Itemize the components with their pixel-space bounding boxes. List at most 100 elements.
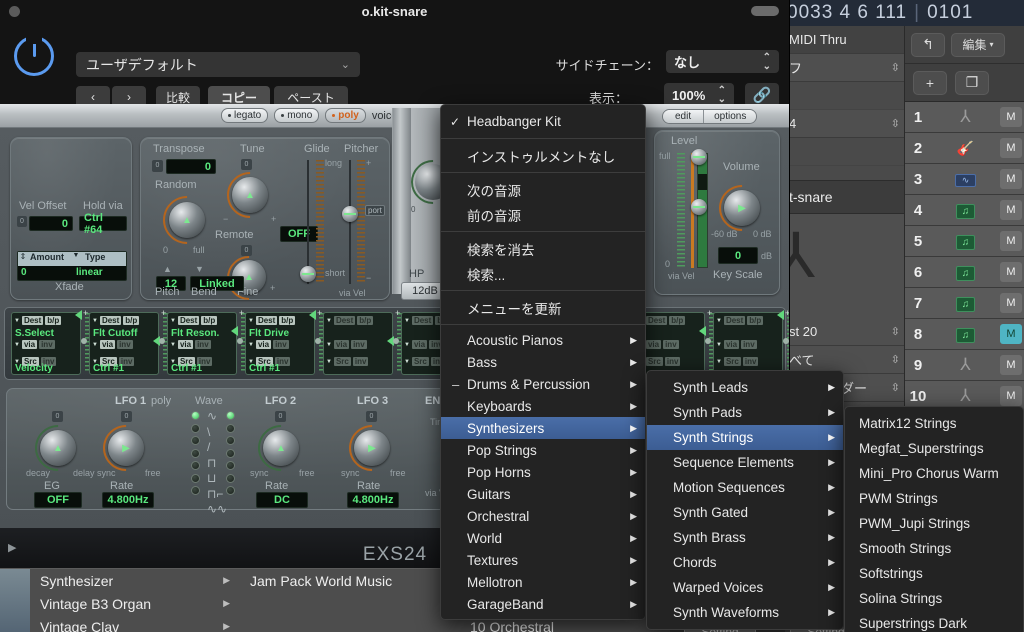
sidechain-selector[interactable]: なし ⌃ ⌄ xyxy=(666,50,779,73)
lfo1-eg-value[interactable]: OFF xyxy=(34,492,82,508)
poly-button[interactable]: poly xyxy=(325,108,366,123)
mod-inv-button[interactable]: inv xyxy=(741,340,757,349)
table-row[interactable]: 8 ♫ M xyxy=(905,319,1024,350)
stepper-icon[interactable]: ⇳ xyxy=(891,325,900,338)
mod-inv-button[interactable]: inv xyxy=(351,340,367,349)
mod-matrix-slot[interactable]: ▼ Dest b/p S.Select ▼ via inv ▼ Src inv Velocity xyxy=(11,312,81,375)
chevron-down-icon[interactable]: ▼ xyxy=(716,359,722,365)
inspector-track-name[interactable]: t-snare xyxy=(785,180,904,214)
mute-button[interactable]: M xyxy=(1000,138,1022,158)
mod-bp-button[interactable]: b/p xyxy=(669,316,686,325)
mod-bp-button[interactable]: b/p xyxy=(201,316,218,325)
transpose-mod-icon[interactable]: 0 xyxy=(152,160,163,172)
fine-mod-icon[interactable]: 0 xyxy=(241,245,252,256)
mod-matrix-slot[interactable]: ▼ Dest b/p Flt Drive ▼ via inv ▼ Src inv Ctrl #1 xyxy=(245,312,315,375)
chevron-down-icon[interactable]: ▼ xyxy=(716,342,722,348)
table-row[interactable]: 4 ♫ M xyxy=(905,195,1024,226)
mute-button[interactable]: M xyxy=(1000,262,1022,282)
mute-button[interactable]: M xyxy=(1000,200,1022,220)
mod-inv-button[interactable]: inv xyxy=(39,340,55,349)
menu-item-refresh[interactable]: メニューを更新 xyxy=(441,295,645,320)
chevron-down-icon[interactable]: ▼ xyxy=(92,318,98,324)
level-handle-top[interactable] xyxy=(691,149,707,165)
lfo1-rate-value[interactable]: 4.800Hz xyxy=(102,492,154,508)
lfo1-wave-led[interactable] xyxy=(191,423,200,433)
menu-category-garageband[interactable]: GarageBand ▶ xyxy=(441,593,645,615)
bottom-menu-item[interactable]: Jam Pack World Music▶ xyxy=(240,569,460,592)
inspector-track-icon[interactable]: ⅄ xyxy=(785,214,904,318)
transpose-value[interactable]: 0 xyxy=(166,159,216,174)
submenu-item-motion-sequences[interactable]: Motion Sequences ▶ xyxy=(647,475,843,500)
chevron-down-icon[interactable]: ▼ xyxy=(14,342,20,348)
menu-category-world[interactable]: World ▶ xyxy=(441,527,645,549)
preset-item-megfat-superstrings[interactable]: Megfat_Superstrings xyxy=(845,436,1023,461)
lfo1-rate-knob[interactable]: ▶ xyxy=(108,430,144,466)
volume-knob[interactable]: ▶ xyxy=(724,190,760,226)
table-row[interactable]: 5 ♫ M xyxy=(905,226,1024,257)
stepper-icon[interactable]: ⇳ xyxy=(891,61,900,74)
tune-knob[interactable]: ▲ xyxy=(232,177,268,213)
xfade-table[interactable]: ⇕ Amount ▼ Type 0 linear xyxy=(17,251,127,281)
mod-bp-button[interactable]: b/p xyxy=(747,316,764,325)
chevron-down-icon[interactable]: ▼ xyxy=(326,318,332,324)
preset-item-matrix12-strings[interactable]: Matrix12 Strings xyxy=(845,411,1023,436)
mute-button[interactable]: M xyxy=(1000,355,1022,375)
menu-item-clear-search[interactable]: 検索を消去 xyxy=(441,236,645,261)
lfo3-rate-value[interactable]: 4.800Hz xyxy=(347,492,399,508)
mod-inv-button[interactable]: inv xyxy=(663,340,679,349)
preset-item-solina-strings[interactable]: Solina Strings xyxy=(845,586,1023,611)
lfo1-rate-mod-icon[interactable]: 0 xyxy=(121,411,132,422)
submenu-item-synth-waveforms[interactable]: Synth Waveforms ▶ xyxy=(647,600,843,625)
mod-matrix-slot[interactable]: ▼ Dest b/p Flt Cutoff ▼ via inv ▼ Src inv Ctrl #1 xyxy=(89,312,159,375)
menu-category-pop-horns[interactable]: Pop Horns ▶ xyxy=(441,461,645,483)
legato-button[interactable]: legato xyxy=(220,108,269,123)
table-row[interactable]: 3 ∿ M xyxy=(905,164,1024,195)
mod-matrix-slot[interactable]: ▼ Dest b/p Flt Reson. ▼ via inv ▼ Src inv Ctrl #1 xyxy=(167,312,237,375)
chevron-down-icon[interactable]: ▼ xyxy=(14,318,20,324)
stepper-icon[interactable]: ⇳ xyxy=(891,381,900,394)
menu-category-guitars[interactable]: Guitars ▶ xyxy=(441,483,645,505)
track-edit-menu-button[interactable]: 編集 ▾ xyxy=(951,32,1005,57)
tune-mod-icon[interactable]: 0 xyxy=(241,159,252,170)
lfo1-wave-led[interactable] xyxy=(191,411,200,420)
vel-offset-value[interactable]: 0 xyxy=(29,216,73,231)
preset-item-mini-pro-chorus-warm[interactable]: Mini_Pro Chorus Warm xyxy=(845,461,1023,486)
mod-matrix-slot[interactable]: ▼Destb/p▼viainv▼Srcinv xyxy=(323,312,393,375)
chevron-down-icon[interactable]: ▼ xyxy=(404,318,410,324)
key-scale-value[interactable]: 0 xyxy=(718,247,758,264)
preset-selector[interactable]: ユーザデフォルト ⌄ xyxy=(76,52,360,77)
menu-category-orchestral[interactable]: Orchestral ▶ xyxy=(441,505,645,527)
plus-icon[interactable]: + xyxy=(913,70,947,95)
mute-button[interactable]: M xyxy=(1000,386,1022,406)
menu-category-pop-strings[interactable]: Pop Strings ▶ xyxy=(441,439,645,461)
submenu-item-synth-leads[interactable]: Synth Leads ▶ xyxy=(647,375,843,400)
chevron-down-icon[interactable]: ▼ xyxy=(170,342,176,348)
submenu-item-chords[interactable]: Chords ▶ xyxy=(647,550,843,575)
lfo2-wave-led[interactable] xyxy=(226,423,235,433)
lfo1-eg-knob[interactable]: ▲ xyxy=(40,430,76,466)
mod-bp-button[interactable]: b/p xyxy=(279,316,296,325)
inspector-midi-thru-row[interactable]: MIDI Thru xyxy=(785,26,904,54)
menu-item-next-source[interactable]: 次の音源 xyxy=(441,177,645,202)
view-toggle-pill[interactable] xyxy=(751,6,779,16)
mod-bp-button[interactable]: b/p xyxy=(123,316,140,325)
pitcher-port-label[interactable]: port xyxy=(365,205,385,216)
menu-category-acoustic-pianos[interactable]: Acoustic Pianos ▶ xyxy=(441,329,645,351)
timeline-ruler[interactable]: 0033 4 6 111 | 0101 xyxy=(785,0,1024,26)
bottom-menu-item[interactable]: Vintage B3 Organ ▶ xyxy=(30,592,240,615)
mod-matrix-slot[interactable]: ▼Destb/p▼viainv▼Srcinv xyxy=(713,312,783,375)
lfo2-wave-led[interactable] xyxy=(226,486,235,495)
pitcher-handle[interactable] xyxy=(342,206,358,222)
stepper-icon[interactable]: ⇳ xyxy=(891,117,900,130)
menu-item-no-instrument[interactable]: インストゥルメントなし xyxy=(441,143,645,168)
mod-inv-button[interactable]: inv xyxy=(117,340,133,349)
chevron-down-icon[interactable]: ▼ xyxy=(248,342,254,348)
table-row[interactable]: 9 ⅄ M xyxy=(905,350,1024,381)
stepper-icon[interactable]: ⇳ xyxy=(891,353,900,366)
preset-item-pwm-strings[interactable]: PWM Strings xyxy=(845,486,1023,511)
lfo1-wave-led[interactable] xyxy=(191,461,200,470)
close-icon[interactable] xyxy=(9,6,20,17)
undo-arrow-icon[interactable]: ↰ xyxy=(911,32,945,57)
lfo2-wave-led[interactable] xyxy=(226,436,235,445)
lfo1-wave-led[interactable] xyxy=(191,436,200,445)
